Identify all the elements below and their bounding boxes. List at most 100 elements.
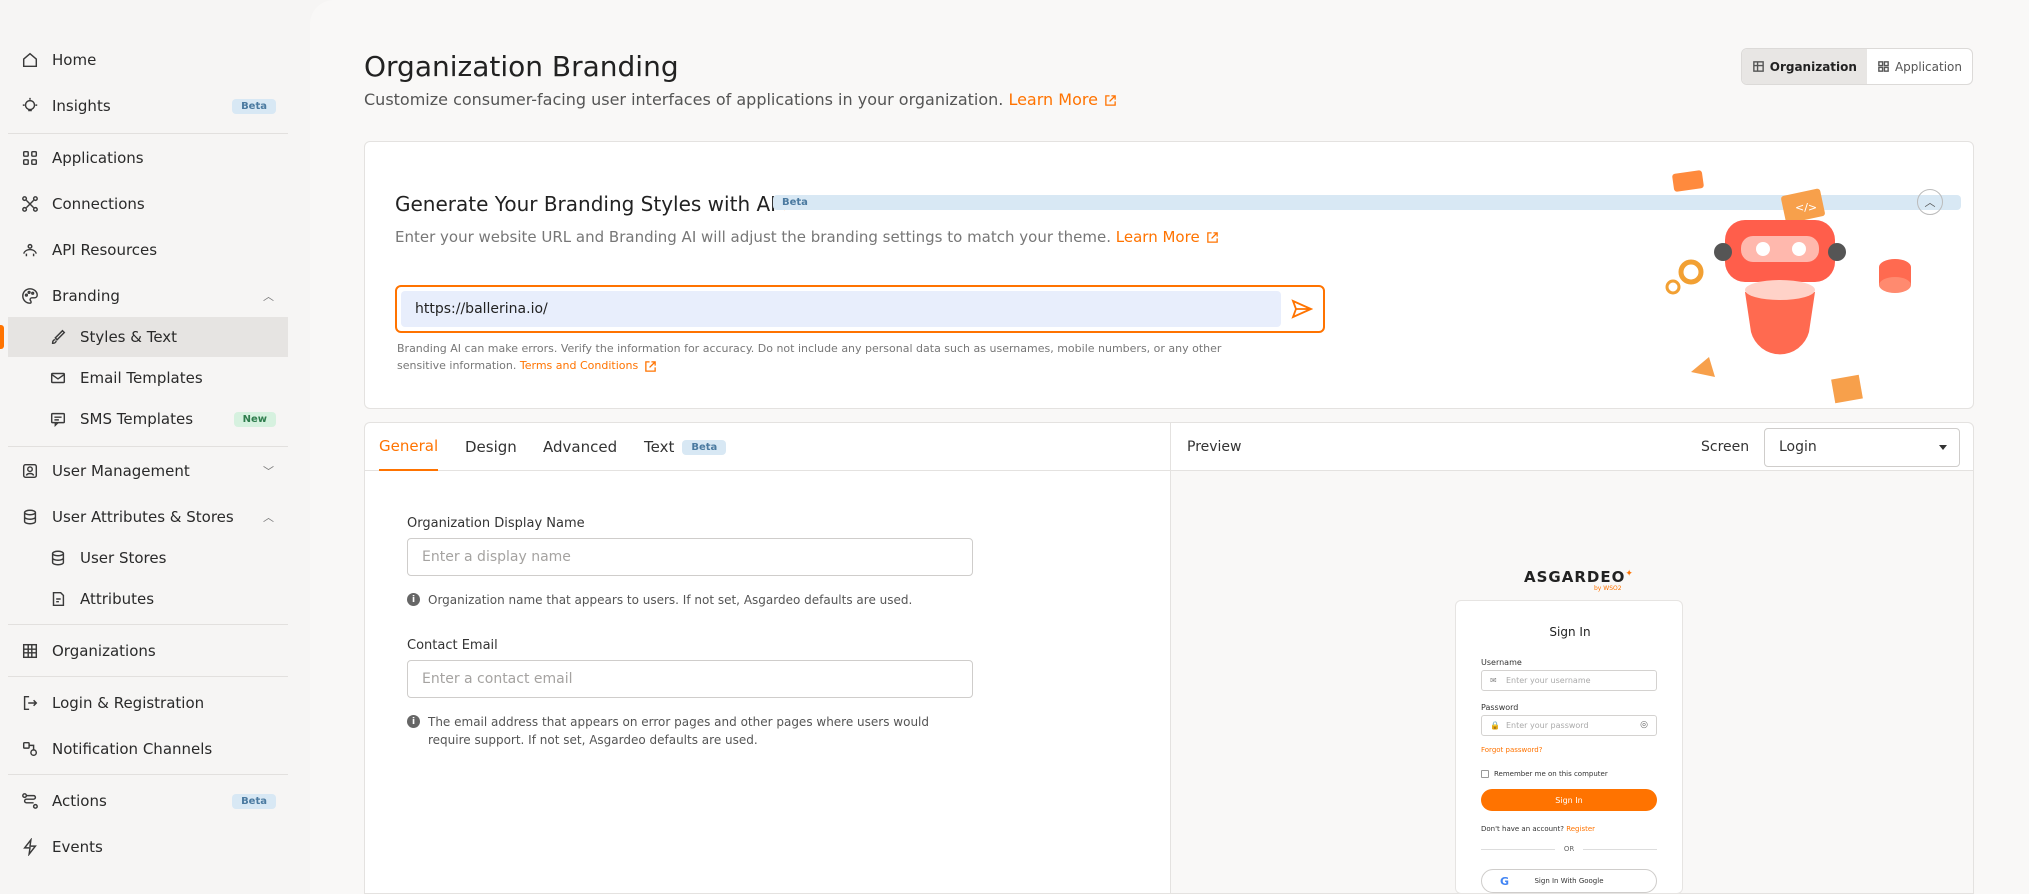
ai-branding-card: Generate Your Branding Styles with AI✦ B… [364, 141, 1974, 409]
sidebar-item-label: SMS Templates [80, 410, 194, 428]
bolt-icon [20, 837, 40, 857]
sidebar-item-home[interactable]: Home [8, 40, 288, 80]
external-link-icon [1206, 232, 1218, 243]
divider [8, 624, 288, 625]
contact-email-label: Contact Email [407, 638, 498, 653]
tab-advanced[interactable]: Advanced [543, 423, 617, 471]
sidebar-item-organizations[interactable]: Organizations [8, 631, 288, 671]
info-icon: i [407, 593, 420, 606]
sidebar-item-insights[interactable]: Insights Beta [8, 86, 288, 126]
sidebar-item-label: Email Templates [80, 369, 203, 387]
sidebar-item-label: Actions [52, 792, 107, 810]
mail-icon: ✉ [1490, 676, 1497, 685]
login-preview-card: Sign In Username ✉ Enter your username P… [1455, 600, 1683, 894]
sidebar-item-label: Organizations [52, 642, 156, 660]
divider [8, 446, 288, 447]
learn-more-link[interactable]: Learn More [1008, 90, 1116, 109]
grid-icon [1878, 61, 1889, 72]
sidebar-item-notification-channels[interactable]: Notification Channels [8, 729, 288, 769]
sidebar-item-label: Branding [52, 287, 120, 305]
connections-icon [20, 194, 40, 214]
sidebar-item-attributes[interactable]: Attributes [8, 579, 288, 619]
signin-preview-button: Sign In [1481, 789, 1657, 811]
sidebar-item-email-templates[interactable]: Email Templates [8, 358, 288, 398]
sidebar-item-events[interactable]: Events [8, 827, 288, 867]
sidebar-item-user-management[interactable]: User Management ﹀ [8, 451, 288, 491]
google-icon: G [1500, 875, 1510, 888]
screen-select[interactable]: Login [1764, 428, 1960, 467]
attribute-icon [48, 589, 68, 609]
contact-email-input[interactable] [407, 660, 973, 698]
mail-icon [48, 368, 68, 388]
display-name-label: Organization Display Name [407, 516, 585, 531]
divider [8, 774, 288, 775]
application-toggle-button[interactable]: Application [1867, 49, 1972, 84]
sidebar-item-actions[interactable]: Actions Beta [8, 781, 288, 821]
asgardeo-logo-sub: by WSO2 [1594, 585, 1622, 592]
lock-icon: 🔒 [1490, 721, 1500, 730]
sidebar-item-label: Applications [52, 149, 144, 167]
beta-badge: Beta [232, 98, 276, 114]
ai-disclaimer: Branding AI can make errors. Verify the … [397, 342, 1222, 372]
tab-general[interactable]: General [379, 423, 439, 471]
send-icon[interactable] [1291, 299, 1313, 319]
sidebar-item-user-attributes-stores[interactable]: User Attributes & Stores ︿ [8, 497, 288, 537]
sidebar-item-label: Insights [52, 97, 111, 115]
tab-design[interactable]: Design [465, 423, 517, 471]
chevron-up-icon: ︿ [263, 511, 274, 524]
sidebar-item-sms-templates[interactable]: SMS Templates New [8, 399, 288, 439]
tab-text[interactable]: Text Beta [644, 423, 727, 471]
branding-scope-toggle: Organization Application [1740, 48, 1973, 85]
login-icon [20, 693, 40, 713]
external-link-icon [1105, 95, 1116, 106]
beta-badge: Beta [232, 793, 276, 809]
user-icon [20, 461, 40, 481]
sidebar-item-connections[interactable]: Connections [8, 184, 288, 224]
sidebar-item-login-registration[interactable]: Login & Registration [8, 683, 288, 723]
learn-more-link[interactable]: Learn More [1116, 228, 1219, 246]
sidebar-item-styles-text[interactable]: Styles & Text [0, 317, 288, 357]
branding-form-panel: General Design Advanced Text Beta Organi… [364, 422, 1171, 894]
register-link: Register [1566, 825, 1596, 833]
sidebar-item-label: Home [52, 51, 97, 69]
divider [8, 676, 288, 677]
sidebar-item-user-stores[interactable]: User Stores [8, 538, 288, 578]
sidebar-item-label: API Resources [52, 241, 158, 259]
grid-icon [20, 148, 40, 168]
sidebar-item-label: User Stores [80, 549, 167, 567]
signin-title: Sign In [1549, 625, 1591, 639]
api-icon [20, 240, 40, 260]
asgardeo-logo: ASGARDEO✦ [1524, 568, 1634, 586]
sidebar-item-label: Login & Registration [52, 694, 205, 712]
divider [8, 133, 288, 134]
contact-email-hint: i The email address that appears on erro… [407, 713, 967, 749]
info-icon: i [407, 715, 420, 728]
sidebar: Home Insights Beta Applications Connecti… [0, 0, 300, 894]
or-divider: OR [1481, 845, 1657, 853]
sidebar-item-label: Attributes [80, 590, 155, 608]
sidebar-item-api-resources[interactable]: API Resources [8, 230, 288, 270]
terms-link[interactable]: Terms and Conditions [520, 359, 657, 372]
website-url-input[interactable] [401, 291, 1281, 327]
display-name-input[interactable] [407, 538, 973, 576]
password-preview-input: 🔒 Enter your password ◎ [1481, 715, 1657, 736]
ai-card-title: Generate Your Branding Styles with AI✦ [395, 192, 793, 216]
website-url-field [395, 285, 1325, 333]
sidebar-item-branding[interactable]: Branding ︿ [8, 276, 288, 316]
sidebar-item-label: Notification Channels [52, 740, 213, 758]
sidebar-item-label: User Management [52, 462, 190, 480]
username-preview-input: ✉ Enter your username [1481, 670, 1657, 691]
building-icon [20, 641, 40, 661]
sidebar-item-applications[interactable]: Applications [8, 138, 288, 178]
svg-text:</>: </> [1795, 201, 1817, 214]
page-title: Organization Branding [364, 50, 679, 83]
organization-toggle-button[interactable]: Organization [1741, 49, 1867, 84]
channels-icon [20, 739, 40, 759]
sidebar-item-label: User Attributes & Stores [52, 508, 234, 526]
bulb-icon [20, 96, 40, 116]
sidebar-item-label: Styles & Text [80, 328, 178, 346]
ai-card-description: Enter your website URL and Branding AI w… [395, 228, 1219, 246]
new-badge: New [233, 411, 276, 427]
beta-badge: Beta [682, 439, 727, 455]
preview-header: Preview Screen Login [1171, 423, 1973, 471]
